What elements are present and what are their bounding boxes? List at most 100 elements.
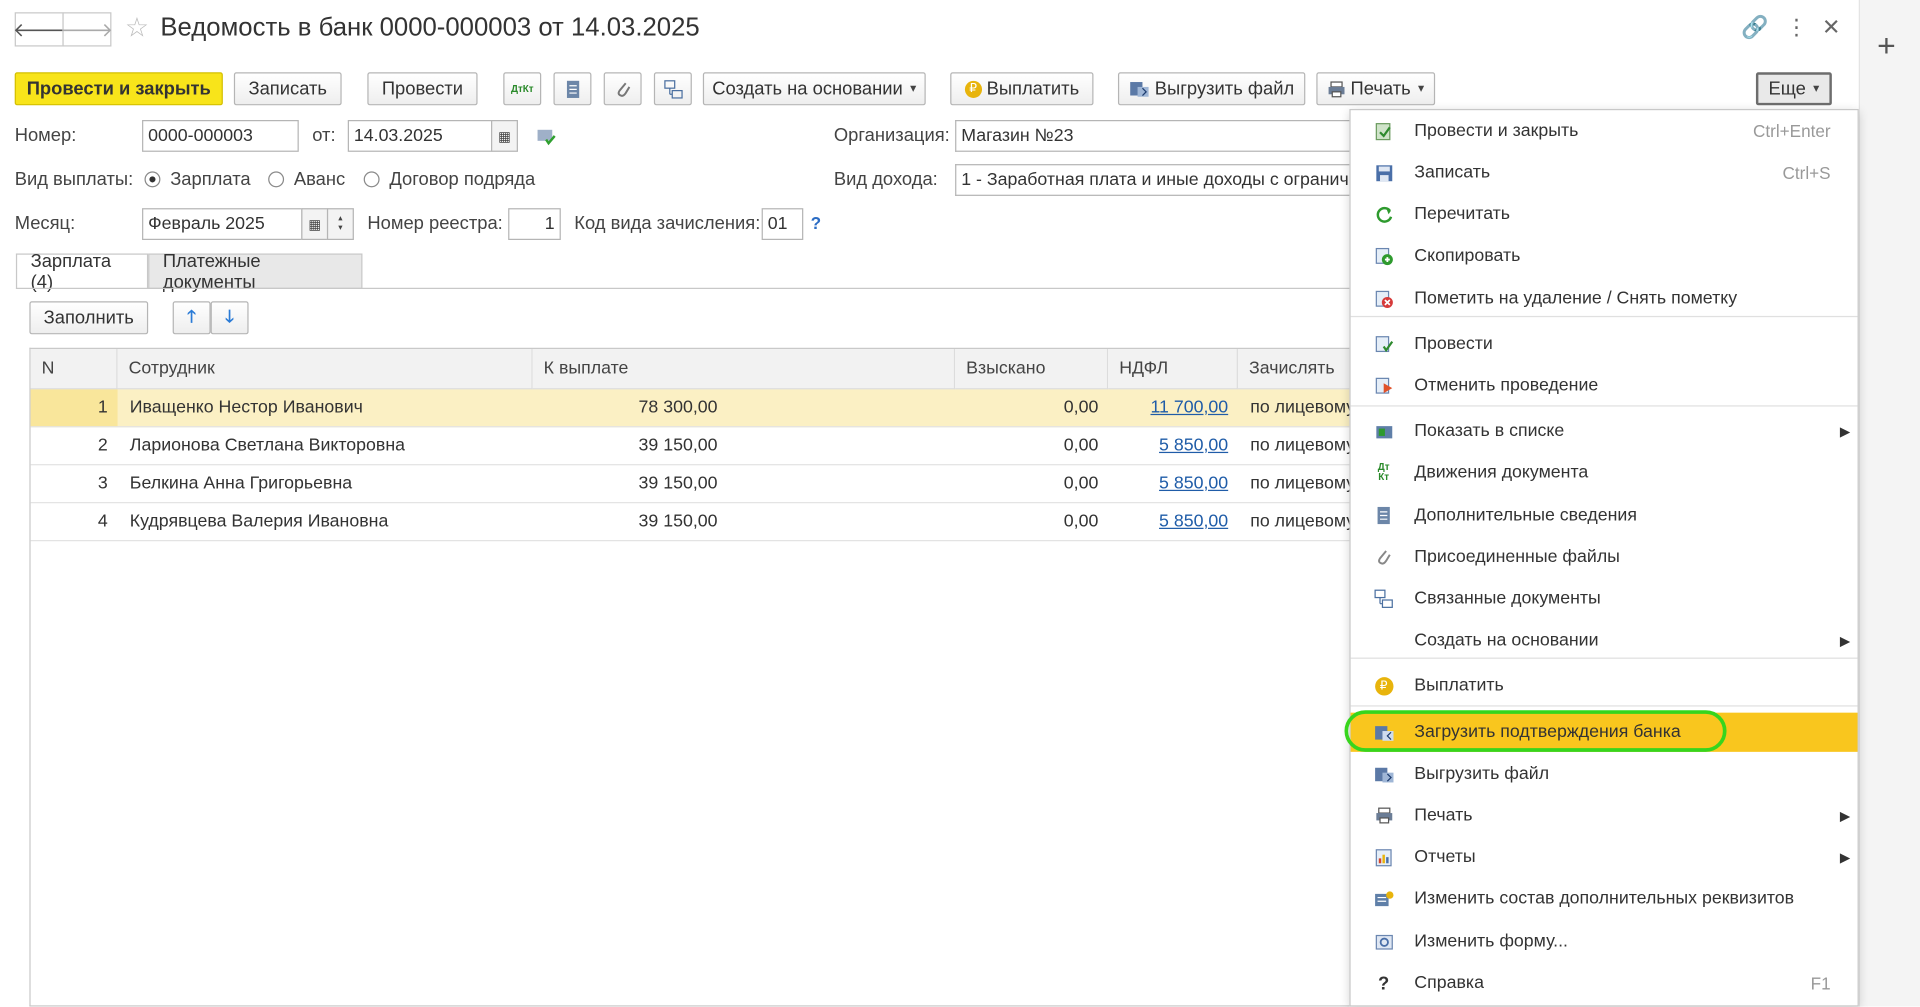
- upload-file-button[interactable]: Выгрузить файл: [1117, 72, 1306, 106]
- create-based-on-button[interactable]: Создать на основании ▾: [702, 72, 926, 106]
- menu-item[interactable]: Отменить проведение: [1351, 366, 1858, 405]
- menu-item-label: Записать: [1414, 162, 1491, 183]
- column-header-employee[interactable]: Сотрудник: [117, 348, 533, 390]
- ndfl-amount[interactable]: 5 850,00: [1108, 503, 1238, 540]
- registry-number-label: Номер реестра:: [367, 213, 503, 234]
- column-header-recovered[interactable]: Взыскано: [955, 348, 1109, 390]
- plus-icon[interactable]: +: [1877, 27, 1896, 65]
- month-field[interactable]: Февраль 2025: [142, 208, 303, 241]
- print-button[interactable]: Печать ▾: [1316, 72, 1436, 106]
- info-icon: [1373, 504, 1395, 526]
- close-icon[interactable]: ✕: [1822, 15, 1840, 41]
- menu-item[interactable]: Присоединенные файлы: [1351, 538, 1858, 577]
- date-field[interactable]: 14.03.2025: [347, 120, 493, 152]
- move-up-button[interactable]: 🡑: [172, 301, 211, 335]
- menu-item[interactable]: Скопировать: [1351, 236, 1858, 275]
- additional-info-button[interactable]: [553, 72, 592, 106]
- recovered-amount: 0,00: [1063, 511, 1099, 532]
- radio-salary-label[interactable]: Зарплата: [170, 169, 250, 190]
- tab-salary[interactable]: Зарплата (4): [15, 250, 149, 292]
- month-stepper[interactable]: ▴ ▾: [326, 208, 354, 241]
- fill-button[interactable]: Заполнить: [29, 301, 149, 335]
- accrual-code-field[interactable]: 01: [761, 208, 804, 241]
- deposit-type: по лицевому: [1250, 511, 1352, 532]
- column-header-payout[interactable]: К выплате: [532, 348, 956, 390]
- ndfl-amount[interactable]: 5 850,00: [1108, 427, 1238, 464]
- save-icon: [1373, 162, 1395, 184]
- related-documents-button[interactable]: [653, 72, 692, 106]
- calendar-button[interactable]: ▦: [491, 120, 518, 152]
- help-icon[interactable]: ?: [811, 213, 821, 233]
- menu-item-label: Провести: [1414, 334, 1493, 354]
- income-type-field[interactable]: 1 - Заработная плата и иные доходы с огр…: [955, 164, 1351, 196]
- related-icon: [1373, 588, 1395, 610]
- menu-item[interactable]: Дополнительные сведения: [1351, 496, 1858, 535]
- menu-item[interactable]: Отчеты ▶: [1351, 838, 1858, 877]
- ndfl-amount[interactable]: 5 850,00: [1108, 465, 1238, 502]
- related-icon: [663, 79, 683, 98]
- column-header-ndfl[interactable]: НДФЛ: [1108, 348, 1238, 390]
- caret-down-icon: ▾: [1813, 82, 1820, 96]
- reports-icon: [1373, 846, 1395, 868]
- pay-button[interactable]: ₽ Выплатить: [950, 72, 1094, 106]
- menu-item[interactable]: Печать ▶: [1351, 796, 1858, 835]
- menu-item[interactable]: Создать на основании ▶: [1351, 621, 1858, 660]
- month-calendar-button[interactable]: ▦: [301, 208, 329, 241]
- employee-name: Белкина Анна Григорьевна: [129, 473, 353, 494]
- tab-payment-documents[interactable]: Платежные документы: [148, 250, 363, 292]
- save-button[interactable]: Записать: [233, 72, 342, 106]
- more-button[interactable]: Еще ▾: [1755, 72, 1832, 106]
- number-field[interactable]: 0000-000003: [142, 120, 299, 152]
- menu-item-label: Связанные документы: [1414, 588, 1601, 609]
- income-type-label: Вид дохода:: [833, 168, 938, 190]
- registry-number-field[interactable]: 1: [508, 208, 561, 241]
- radio-advance[interactable]: [268, 171, 285, 188]
- edit-form-icon: [1373, 931, 1395, 953]
- right-sidebar: [1858, 0, 1920, 1007]
- menu-item[interactable]: Дт Кт Движения документа: [1351, 453, 1858, 492]
- printer-icon: [1373, 804, 1395, 826]
- back-button[interactable]: 🡐: [13, 12, 65, 47]
- menu-item[interactable]: Пометить на удаление / Снять пометку: [1351, 279, 1858, 318]
- column-header-n[interactable]: N: [30, 348, 118, 390]
- menu-item[interactable]: Изменить состав дополнительных реквизито…: [1351, 879, 1858, 918]
- radio-contract-label[interactable]: Договор подряда: [389, 169, 535, 190]
- post-button[interactable]: Провести: [367, 72, 478, 106]
- radio-salary[interactable]: [144, 171, 161, 188]
- table-row[interactable]: 1 Иващенко Нестор Иванович 78 300,00 0,00 11…: [30, 389, 1352, 428]
- menu-item[interactable]: Записать Ctrl+S: [1351, 153, 1858, 192]
- menu-item[interactable]: Показать в списке ▶: [1351, 411, 1858, 450]
- menu-item[interactable]: Провести и закрыть Ctrl+Enter: [1351, 111, 1858, 150]
- empty-icon: [1373, 629, 1395, 651]
- table-row[interactable]: 2 Ларионова Светлана Викторовна 39 150,00 0…: [30, 427, 1352, 466]
- menu-item-label: Изменить состав дополнительных реквизито…: [1414, 888, 1795, 909]
- menu-item[interactable]: Перечитать: [1351, 195, 1858, 234]
- menu-item[interactable]: Провести: [1351, 324, 1858, 363]
- move-down-button[interactable]: 🡓: [210, 301, 249, 335]
- reread-icon: [1373, 203, 1395, 225]
- ndfl-amount[interactable]: 11 700,00: [1108, 389, 1238, 426]
- radio-contract[interactable]: [363, 171, 380, 188]
- menu-item[interactable]: ? Справка F1: [1351, 964, 1858, 1003]
- post-and-close-button[interactable]: Провести и закрыть: [14, 72, 223, 106]
- menu-item[interactable]: ₽ Выплатить: [1351, 666, 1858, 705]
- menu-item[interactable]: Изменить форму...: [1351, 922, 1858, 961]
- menu-item[interactable]: Связанные документы: [1351, 579, 1858, 618]
- organization-field[interactable]: Магазин №23: [955, 120, 1351, 152]
- table-row[interactable]: 3 Белкина Анна Григорьевна 39 150,00 0,00 5 …: [30, 465, 1352, 504]
- attach-button[interactable]: [603, 72, 642, 106]
- link-icon[interactable]: 🔗: [1741, 15, 1768, 41]
- tab-divider: [15, 287, 1351, 289]
- radio-advance-label[interactable]: Аванс: [294, 169, 345, 190]
- more-actions-icon[interactable]: ⋮: [1785, 15, 1807, 41]
- calendar-icon: ▦: [308, 217, 322, 233]
- menu-item[interactable]: Выгрузить файл: [1351, 754, 1858, 793]
- recovered-amount: 0,00: [1063, 473, 1099, 494]
- table-row[interactable]: 4 Кудрявцева Валерия Ивановна 39 150,00 0,0…: [30, 503, 1352, 542]
- menu-item-label: Дополнительные сведения: [1414, 505, 1637, 526]
- dt-kt-button[interactable]: ДтКт: [503, 72, 542, 106]
- payout-amount: 39 150,00: [638, 435, 718, 456]
- forward-button[interactable]: 🡒: [61, 12, 113, 47]
- column-header-deposit[interactable]: Зачислять: [1237, 348, 1352, 390]
- favorite-star-icon[interactable]: ☆: [125, 12, 149, 44]
